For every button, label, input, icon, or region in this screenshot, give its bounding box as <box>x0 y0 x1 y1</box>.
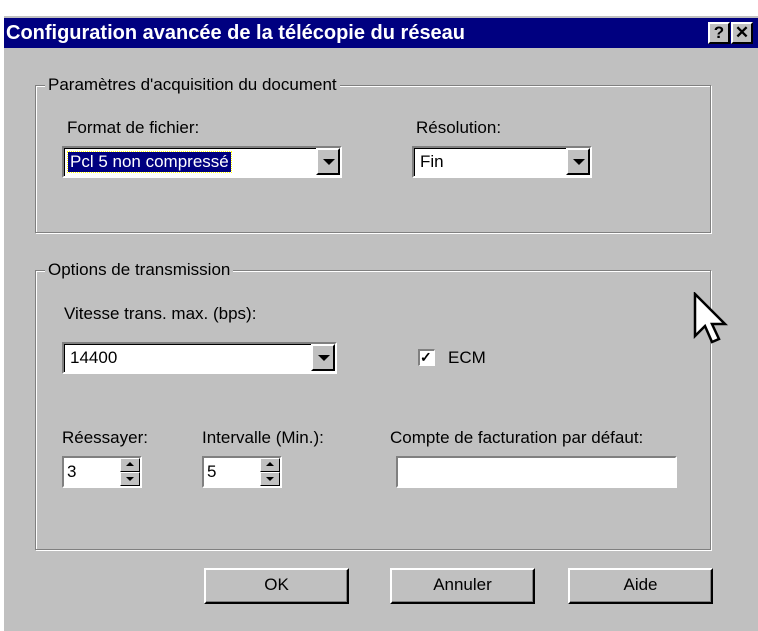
file-format-select[interactable]: Pcl 5 non compressé <box>62 146 342 178</box>
interval-spinner[interactable]: 5 <box>202 456 282 488</box>
max-speed-select[interactable]: 14400 <box>62 342 337 374</box>
retry-spinner[interactable]: 3 <box>62 456 142 488</box>
resolution-select[interactable]: Fin <box>412 146 592 178</box>
window-title: Configuration avancée de la télécopie du… <box>6 22 466 44</box>
ecm-label: ECM <box>448 348 486 367</box>
interval-label: Intervalle (Min.): <box>202 428 324 447</box>
billing-label: Compte de facturation par défaut: <box>390 428 644 447</box>
file-format-value: Pcl 5 non compressé <box>67 151 232 173</box>
retry-increment-button[interactable] <box>120 458 140 472</box>
file-format-label: Format de fichier: <box>67 118 200 137</box>
transmission-legend: Options de transmission <box>45 260 234 280</box>
chevron-down-icon <box>318 355 330 361</box>
max-speed-value: 14400 <box>70 348 118 367</box>
arrow-down-icon <box>266 477 274 481</box>
retry-value: 3 <box>67 462 77 481</box>
ecm-checkbox[interactable]: ✓ <box>418 349 435 366</box>
title-bar: Configuration avancée de la télécopie du… <box>4 18 758 48</box>
chevron-down-icon <box>323 159 335 165</box>
interval-value: 5 <box>207 462 217 481</box>
max-speed-label: Vitesse trans. max. (bps): <box>64 304 257 323</box>
acquisition-legend: Paramètres d'acquisition du document <box>45 75 340 95</box>
resolution-label: Résolution: <box>416 118 502 137</box>
retry-label: Réessayer: <box>62 428 148 447</box>
close-button[interactable]: ✕ <box>731 22 753 44</box>
fax-advanced-config-dialog: Configuration avancée de la télécopie du… <box>2 14 758 631</box>
resolution-dropdown-button[interactable] <box>566 148 590 175</box>
interval-increment-button[interactable] <box>260 458 280 472</box>
file-format-dropdown-button[interactable] <box>316 148 340 175</box>
mouse-pointer-icon <box>693 292 728 344</box>
cancel-button[interactable]: Annuler <box>390 568 535 604</box>
arrow-up-icon <box>266 462 274 466</box>
resolution-value: Fin <box>420 152 444 171</box>
ok-button[interactable]: OK <box>204 568 349 604</box>
help-button[interactable]: Aide <box>568 568 713 604</box>
billing-account-input[interactable] <box>396 456 677 488</box>
checkmark-icon: ✓ <box>420 349 432 365</box>
arrow-up-icon <box>126 462 134 466</box>
retry-decrement-button[interactable] <box>120 472 140 486</box>
max-speed-dropdown-button[interactable] <box>311 344 335 371</box>
interval-decrement-button[interactable] <box>260 472 280 486</box>
chevron-down-icon <box>573 159 585 165</box>
arrow-down-icon <box>126 477 134 481</box>
help-title-button[interactable]: ? <box>708 22 730 44</box>
